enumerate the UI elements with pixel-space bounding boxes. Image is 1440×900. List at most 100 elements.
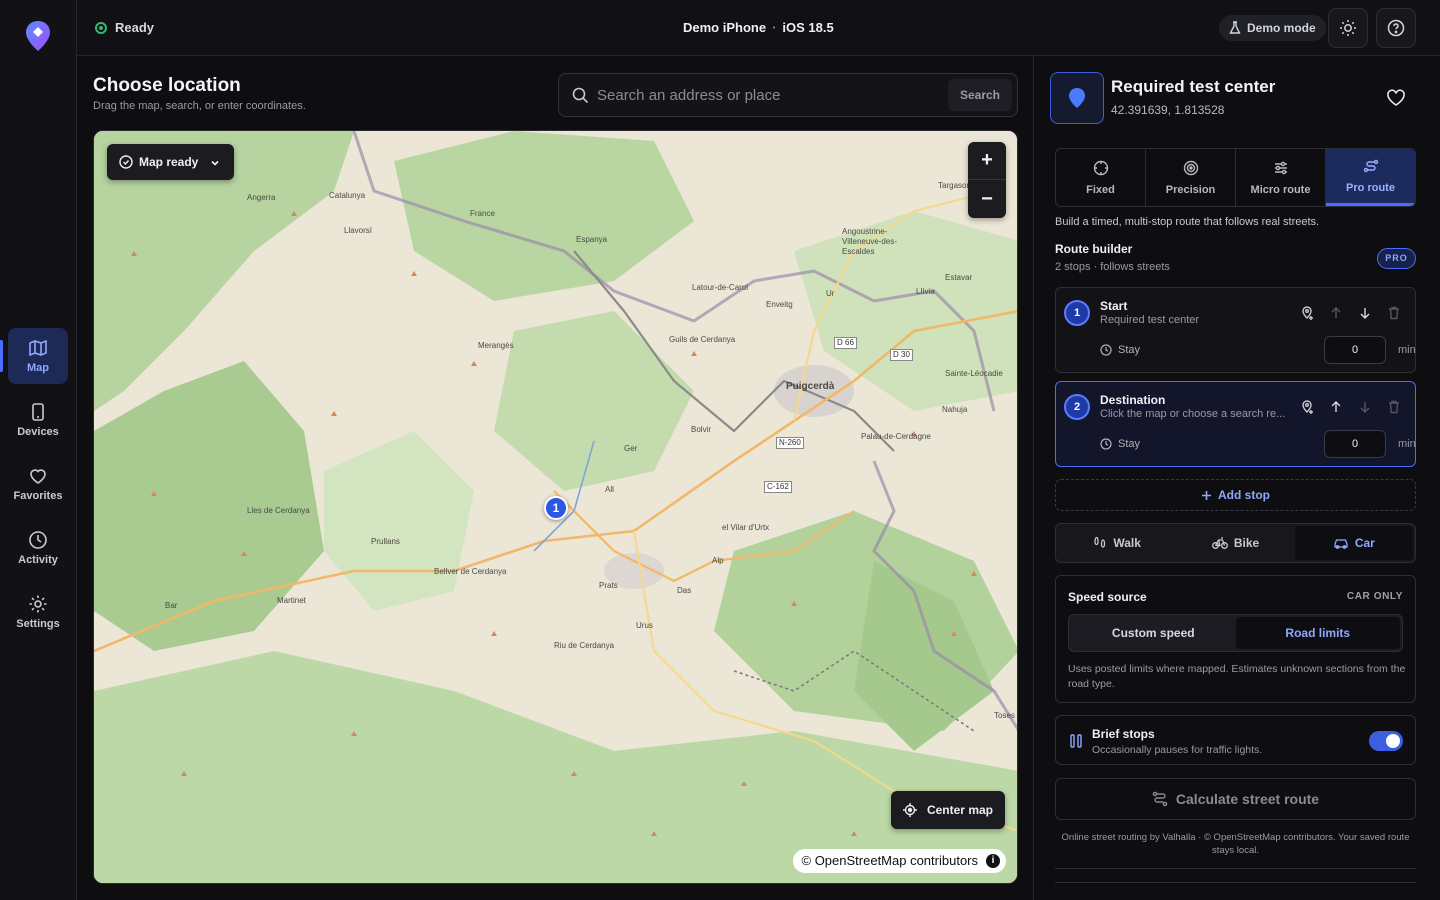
trash-icon[interactable]	[1386, 399, 1402, 415]
tab-label: Precision	[1165, 183, 1216, 196]
center-map-label: Center map	[926, 803, 993, 817]
transport-label: Bike	[1233, 536, 1260, 550]
transport-mode-selector: Walk Bike Car	[1055, 523, 1416, 563]
route-builder-subtitle: 2 stops · follows streets	[1055, 261, 1170, 273]
map-view[interactable]: Angerra Catalunya Llavorsí France Espany…	[93, 130, 1018, 884]
divider	[1055, 868, 1416, 869]
stay-unit: min	[1398, 344, 1416, 356]
routing-footnote: Online street routing by Valhalla · © Op…	[1061, 832, 1410, 856]
move-down-icon[interactable]	[1357, 399, 1373, 415]
place-label: Urus	[636, 621, 653, 630]
place-label: Guils de Cerdanya	[669, 335, 736, 344]
app-logo	[26, 21, 50, 51]
place-label: Das	[677, 586, 692, 595]
transport-walk[interactable]: Walk	[1058, 526, 1176, 560]
demo-mode-badge[interactable]: Demo mode	[1219, 15, 1326, 41]
sidebar-item-devices[interactable]: Devices	[8, 392, 68, 448]
speed-option-road-limits[interactable]: Road limits	[1235, 617, 1400, 649]
trash-icon[interactable]	[1386, 305, 1402, 321]
divider	[1055, 882, 1416, 883]
clock-icon	[1100, 344, 1112, 356]
attribution-text: © OpenStreetMap contributors	[801, 853, 979, 868]
help-button[interactable]	[1376, 8, 1416, 48]
move-down-icon[interactable]	[1357, 305, 1373, 321]
place-label: Latour-de-Carol	[692, 283, 749, 292]
place-label: Angoustrine-Villeneuve-des-Escaldes	[842, 227, 897, 256]
page-title: Choose location	[93, 75, 241, 96]
tab-label: Micro route	[1250, 183, 1311, 196]
speed-option-custom[interactable]: Custom speed	[1071, 617, 1236, 649]
crosshair-icon	[1093, 160, 1108, 175]
route-stop-card[interactable]: 1 Start Required test center Stay min	[1055, 287, 1416, 373]
status-dot-icon	[95, 21, 107, 34]
active-nav-marker	[0, 340, 3, 372]
route-icon	[1363, 159, 1378, 173]
target-icon	[1183, 160, 1198, 175]
theme-toggle-button[interactable]	[1328, 8, 1368, 48]
car-icon	[1334, 539, 1348, 549]
zoom-out-button[interactable]: −	[968, 180, 1006, 218]
route-icon	[1152, 791, 1168, 807]
tab-pro-route[interactable]: Pro route	[1326, 149, 1415, 206]
tab-label: Pro route	[1346, 182, 1395, 194]
zoom-in-button[interactable]: +	[968, 142, 1006, 180]
status-indicator: Ready	[95, 20, 154, 35]
sidebar-item-label: Activity	[18, 554, 58, 566]
transport-bike[interactable]: Bike	[1176, 526, 1294, 560]
place-label: Espanya	[576, 235, 608, 244]
sidebar-item-map[interactable]: Map	[8, 328, 68, 384]
favorite-heart-icon[interactable]	[1386, 89, 1406, 107]
stay-minutes-input[interactable]	[1324, 430, 1386, 458]
search-icon	[572, 87, 589, 104]
place-label: Estavar	[945, 273, 973, 282]
search-button[interactable]: Search	[948, 79, 1012, 111]
sun-icon	[1340, 20, 1356, 36]
place-label: Llavorsí	[344, 226, 373, 235]
transport-label: Walk	[1113, 536, 1141, 550]
sidebar-item-activity[interactable]: Activity	[8, 520, 68, 576]
stay-minutes-input[interactable]	[1324, 336, 1386, 364]
map-marker-stop-1[interactable]: 1	[544, 496, 568, 520]
location-title: Required test center	[1111, 77, 1276, 96]
map-icon	[29, 339, 47, 357]
route-stop-card-selected[interactable]: 2 Destination Click the map or choose a …	[1055, 381, 1416, 467]
sidebar-item-label: Devices	[17, 426, 59, 438]
add-stop-button[interactable]: Add stop	[1055, 479, 1416, 511]
pro-badge: PRO	[1377, 248, 1416, 269]
search-input[interactable]	[597, 74, 937, 116]
transport-car[interactable]: Car	[1294, 526, 1413, 560]
map-status-dropdown[interactable]: Map ready	[107, 144, 234, 180]
set-location-icon[interactable]	[1299, 399, 1315, 415]
sidebar-item-favorites[interactable]: Favorites	[8, 456, 68, 512]
place-label: France	[470, 209, 495, 218]
center-map-button[interactable]: Center map	[890, 791, 1005, 829]
tab-precision[interactable]: Precision	[1146, 149, 1236, 206]
phone-icon	[32, 403, 44, 421]
move-up-icon[interactable]	[1328, 305, 1344, 321]
page-subtitle: Drag the map, search, or enter coordinat…	[93, 100, 306, 112]
place-label: Prullans	[371, 537, 400, 546]
demo-mode-label: Demo mode	[1247, 21, 1316, 35]
stay-unit: min	[1398, 438, 1416, 450]
road-label: N-260	[776, 437, 804, 449]
sliders-icon	[1274, 161, 1287, 174]
tab-fixed[interactable]: Fixed	[1056, 149, 1146, 206]
place-label: Llívia	[916, 287, 935, 296]
map-attribution[interactable]: © OpenStreetMap contributors i	[792, 849, 1006, 873]
place-label: Catalunya	[329, 191, 366, 200]
mode-description: Build a timed, multi-stop route that fol…	[1055, 216, 1320, 228]
heart-icon	[30, 469, 46, 484]
calculate-route-button[interactable]: Calculate street route	[1055, 778, 1416, 820]
tab-micro-route[interactable]: Micro route	[1236, 149, 1326, 206]
move-up-icon[interactable]	[1328, 399, 1344, 415]
locate-icon	[902, 803, 917, 817]
place-label: All	[605, 485, 614, 494]
place-label: Toses	[994, 711, 1015, 720]
road-label: D 66	[834, 337, 857, 349]
sidebar-item-settings[interactable]: Settings	[8, 584, 68, 640]
set-location-icon[interactable]	[1299, 305, 1315, 321]
device-info: Demo iPhone · iOS 18.5	[683, 20, 834, 35]
stop-description: Click the map or choose a search re...	[1100, 408, 1286, 420]
brief-stops-toggle[interactable]	[1369, 731, 1403, 751]
search-bar: Search	[558, 73, 1018, 117]
